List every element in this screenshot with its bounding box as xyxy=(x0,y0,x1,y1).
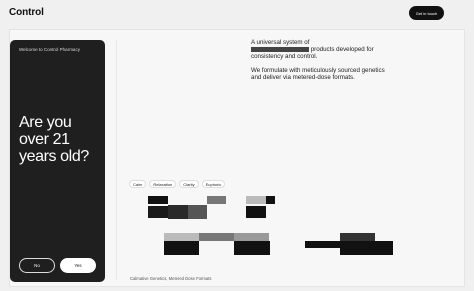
decor-block xyxy=(168,205,188,219)
intro-paragraph-2: We formulate with meticulously sourced g… xyxy=(251,67,385,81)
site-header: Control Get in touch xyxy=(0,0,474,28)
redacted-text xyxy=(251,46,309,52)
logo[interactable]: Control xyxy=(9,7,44,18)
decor-block xyxy=(164,233,199,241)
decor-block xyxy=(164,241,199,255)
decor-block xyxy=(305,241,340,248)
decor-block xyxy=(340,233,375,241)
age-gate-welcome: Welcome to Control Pharmacy xyxy=(19,47,80,52)
decor-block xyxy=(148,196,168,204)
intro-paragraph-1: A universal system of products developed… xyxy=(251,39,391,60)
decor-block xyxy=(266,196,275,204)
tag-clarity[interactable]: Clarity xyxy=(179,180,199,188)
decor-block xyxy=(188,205,207,219)
age-gate-question: Are you over 21 years old? xyxy=(19,114,89,165)
intro-line1-prefix: A universal system of xyxy=(251,39,310,46)
decor-block xyxy=(246,206,266,218)
divider xyxy=(116,40,117,280)
decor-block xyxy=(234,233,269,241)
decor-block xyxy=(148,206,168,218)
effect-tags: Calm Relaxation Clarity Euphoric xyxy=(129,180,226,188)
intro-text: A universal system of products developed… xyxy=(251,39,391,88)
age-gate-card: Welcome to Control Pharmacy Are you over… xyxy=(10,40,105,282)
decor-block xyxy=(340,241,393,255)
decor-block xyxy=(207,196,226,204)
tag-calm[interactable]: Calm xyxy=(129,180,147,188)
decor-block xyxy=(246,196,266,204)
age-yes-button[interactable]: Yes xyxy=(60,258,96,273)
decor-block xyxy=(234,241,270,255)
caption: Calmative Genetics, Metered Dose Formats xyxy=(130,276,212,281)
age-no-button[interactable]: No xyxy=(19,258,55,273)
get-in-touch-button[interactable]: Get in touch xyxy=(409,6,444,20)
tag-euphoric[interactable]: Euphoric xyxy=(201,180,226,188)
decor-block xyxy=(199,233,234,241)
tag-relaxation[interactable]: Relaxation xyxy=(149,180,177,188)
